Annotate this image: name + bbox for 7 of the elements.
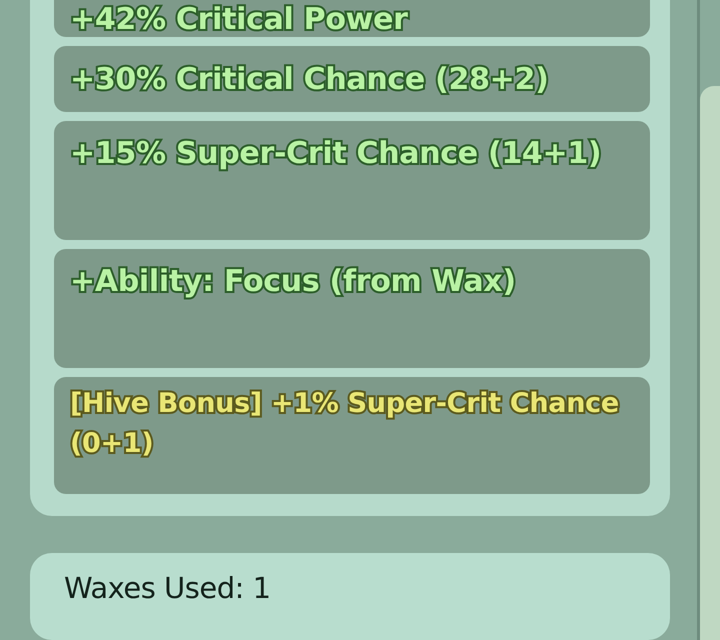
stat-text: +Ability: Focus (from Wax) bbox=[70, 263, 516, 301]
stat-text: +15% Super-Crit Chance (14+1) bbox=[70, 135, 602, 173]
stat-text: +42% Critical Power bbox=[70, 1, 408, 39]
stat-text: +30% Critical Chance (28+2) bbox=[70, 61, 548, 99]
scrollbar-thumb[interactable] bbox=[700, 86, 720, 640]
waxes-used-label: Waxes Used: 1 bbox=[64, 571, 271, 605]
hive-bonus-text: [Hive Bonus] +1% Super-Crit Chance (0+1) bbox=[70, 387, 620, 461]
